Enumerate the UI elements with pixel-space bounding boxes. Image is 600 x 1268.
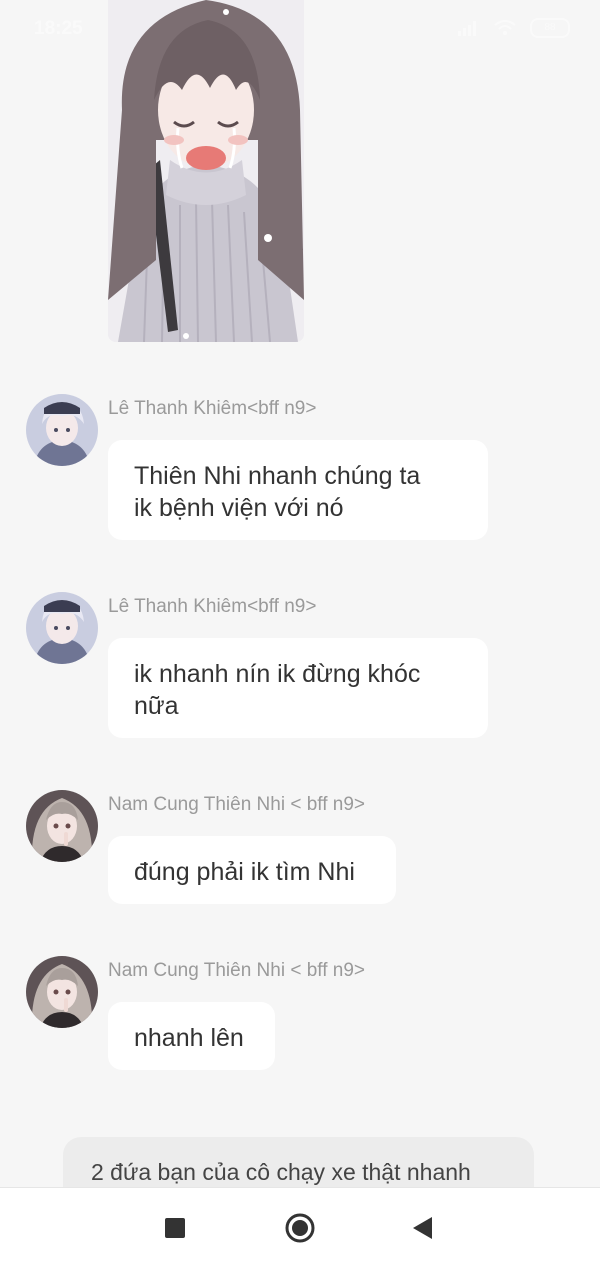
circle-home-icon[interactable] [284,1212,316,1244]
wifi-icon [494,20,516,35]
navigation-bar [0,1187,600,1268]
status-icons: 88 [458,18,570,38]
boy-avatar-icon [26,394,98,466]
message-line: đúng phải ik tìm Nhi [134,858,355,886]
sender-name: Nam Cung Thiên Nhi < bff n9> [108,960,366,981]
message-bubble[interactable]: nhanh lên [108,1002,275,1070]
narration-text: 2 đứa bạn của cô chạy xe thật nhanh [91,1159,471,1185]
battery-icon: 88 [530,18,570,38]
triangle-back-icon[interactable] [410,1215,434,1241]
sender-name: Lê Thanh Khiêm<bff n9> [108,596,317,617]
message-line: nhanh lên [134,1024,244,1052]
square-recents-icon[interactable] [163,1216,187,1240]
signal-icon [458,21,476,36]
avatar-girl[interactable] [26,790,98,862]
status-bar: 18:25 88 [0,0,600,56]
avatar-boy[interactable] [26,394,98,466]
message-line: Thiên Nhi nhanh chúng ta [134,462,421,490]
message-line: nữa [134,692,179,720]
message-bubble[interactable]: Thiên Nhi nhanh chúng ta ik bệnh viện vớ… [108,440,488,540]
message-bubble[interactable]: đúng phải ik tìm Nhi [108,836,396,904]
sender-name: Nam Cung Thiên Nhi < bff n9> [108,794,366,815]
girl-avatar-icon [26,790,98,862]
message-line: ik bệnh viện với nó [134,494,344,522]
avatar-girl[interactable] [26,956,98,1028]
sender-name: Lê Thanh Khiêm<bff n9> [108,398,317,419]
girl-avatar-icon [26,956,98,1028]
status-time: 18:25 [34,18,83,39]
avatar-boy[interactable] [26,592,98,664]
message-line: ik nhanh nín ik đừng khóc [134,660,421,688]
boy-avatar-icon [26,592,98,664]
message-bubble[interactable]: ik nhanh nín ik đừng khóc nữa [108,638,488,738]
